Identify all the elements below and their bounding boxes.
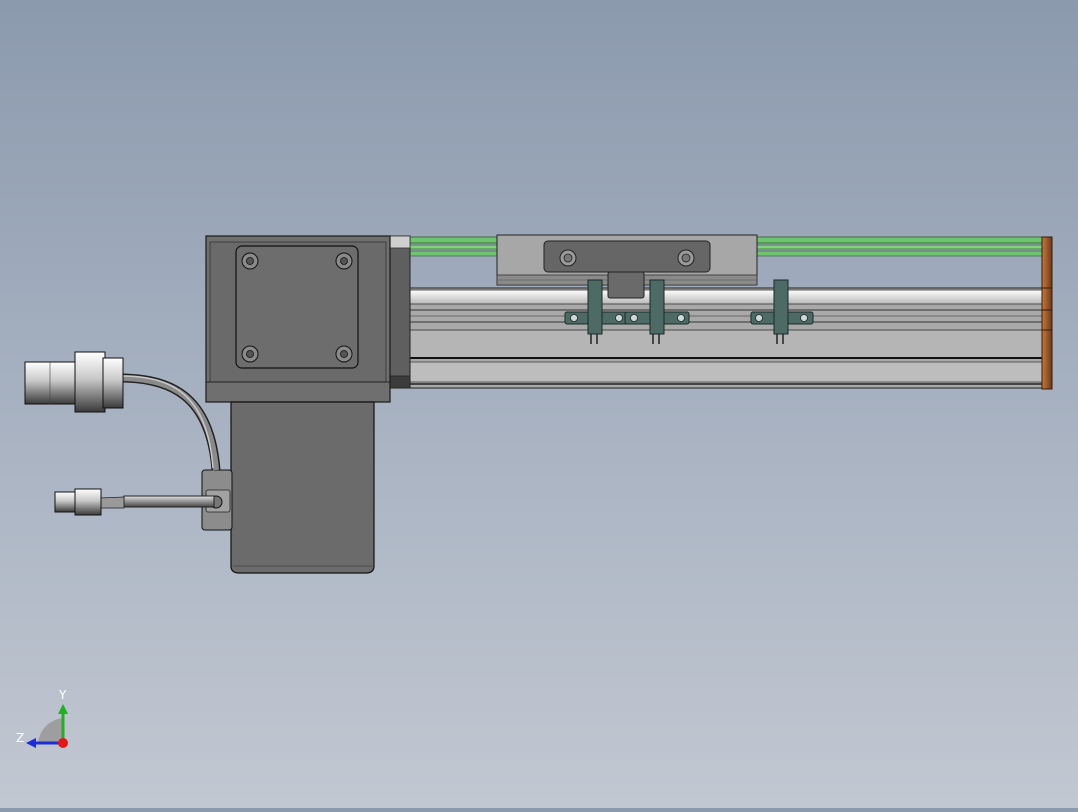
motor-body[interactable] [230, 401, 375, 574]
graphics-viewport[interactable]: Y Z [0, 0, 1078, 808]
y-axis-arrowhead [58, 704, 68, 714]
z-axis-arrowhead [26, 738, 36, 748]
power-cable[interactable] [119, 373, 221, 471]
cover-screw [241, 252, 259, 270]
encoder-cable[interactable] [99, 495, 215, 509]
carriage-bolt [559, 249, 577, 267]
cover-screw [241, 345, 259, 363]
encoder-connector[interactable] [54, 488, 102, 516]
x-axis-origin [58, 738, 68, 748]
cover-screw [335, 252, 353, 270]
gearbox-housing[interactable] [205, 235, 391, 403]
carriage-bolt [677, 249, 695, 267]
model-view[interactable] [0, 0, 1078, 808]
coordinate-triad [26, 704, 68, 748]
actuator-rail[interactable] [407, 287, 1049, 389]
cover-screw [335, 345, 353, 363]
y-axis-label: Y [59, 688, 67, 702]
end-cap[interactable] [1041, 236, 1053, 390]
z-axis-label: Z [16, 731, 25, 745]
power-connector[interactable] [24, 351, 124, 413]
